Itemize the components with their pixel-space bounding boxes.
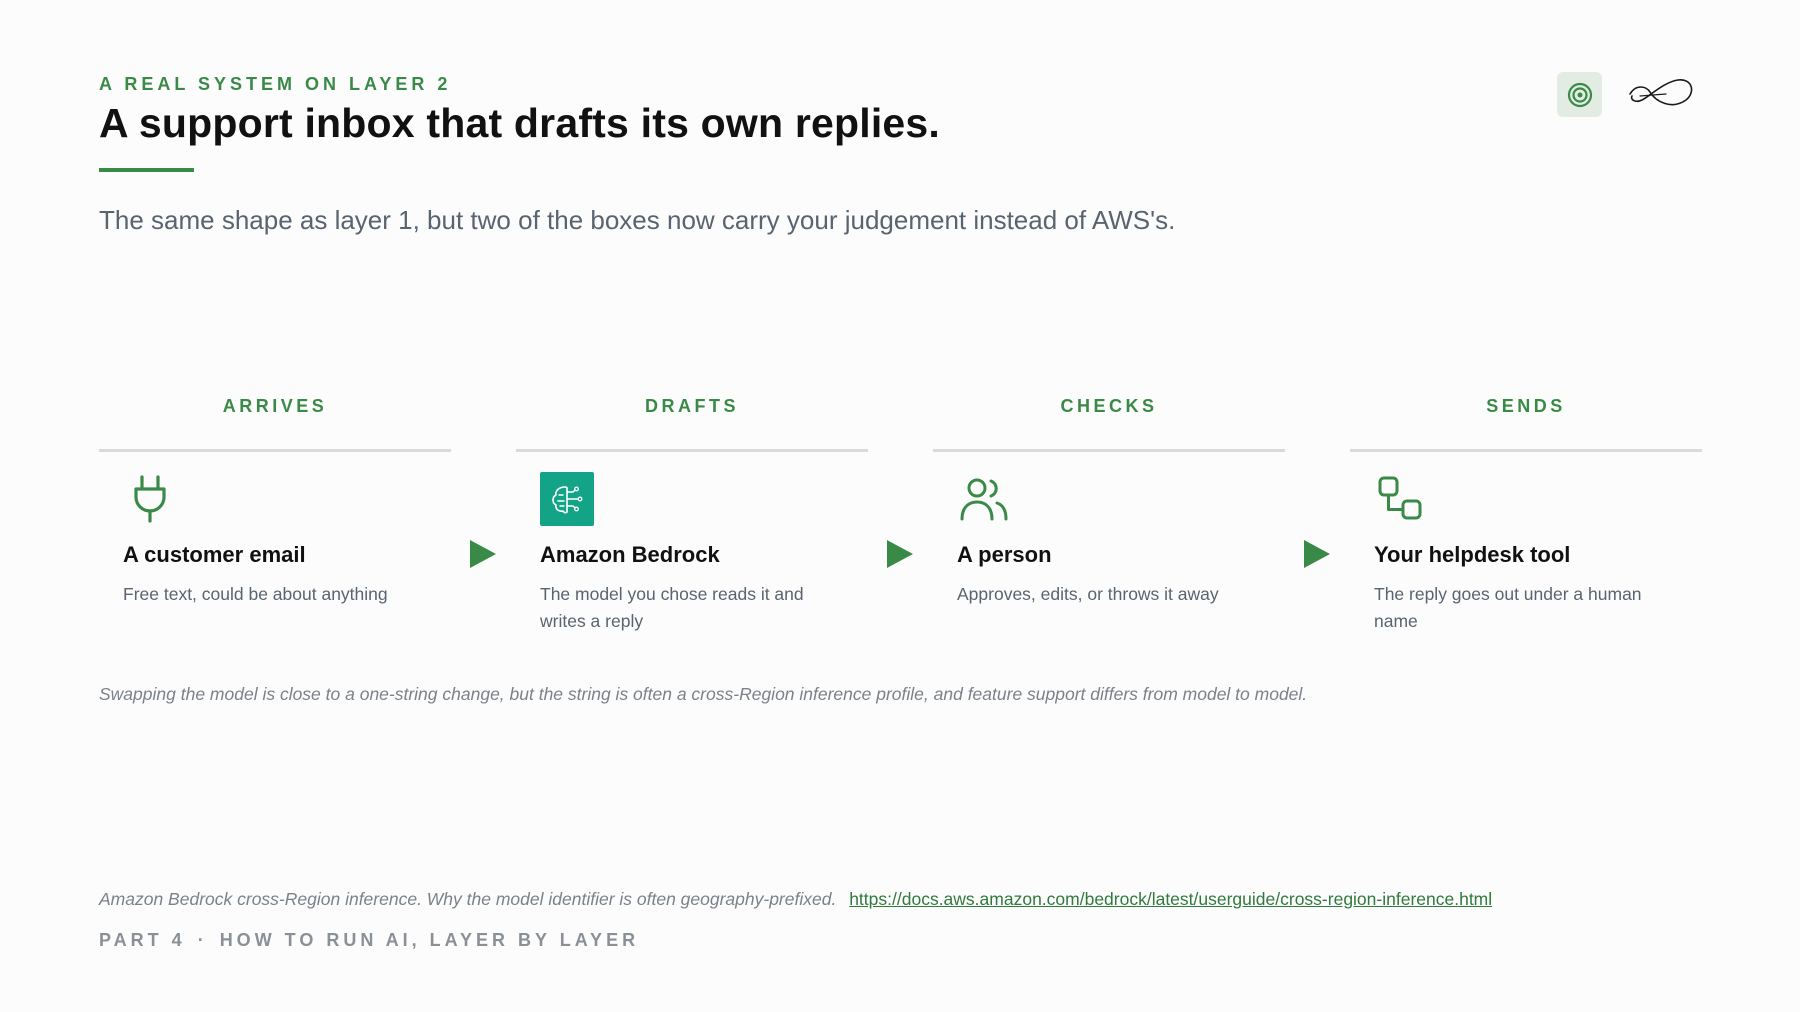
- step-divider: [99, 449, 451, 452]
- footer: PART 4 · HOW TO RUN AI, LAYER BY LAYER: [99, 930, 639, 951]
- step-title: Amazon Bedrock: [540, 542, 720, 567]
- step-title: A customer email: [123, 542, 306, 567]
- subtitle: The same shape as layer 1, but two of th…: [99, 205, 1176, 235]
- eyebrow: A REAL SYSTEM ON LAYER 2: [99, 74, 452, 94]
- footer-separator: ·: [197, 930, 208, 950]
- step-icon-wrap: [957, 472, 1011, 526]
- people-icon: [960, 478, 1008, 521]
- step-description: The reply goes out under a human name: [1374, 584, 1642, 631]
- target-icon: [1567, 82, 1592, 107]
- step-title: A person: [957, 542, 1052, 567]
- footer-section: HOW TO RUN AI, LAYER BY LAYER: [219, 930, 640, 950]
- title-underline: [99, 168, 194, 172]
- footer-part: PART 4: [99, 930, 186, 950]
- source-text: Amazon Bedrock cross-Region inference. W…: [99, 889, 837, 909]
- step-heading: DRAFTS: [645, 396, 739, 416]
- source-citation: Amazon Bedrock cross-Region inference. W…: [99, 889, 1492, 910]
- arrow-right-icon: [887, 540, 913, 568]
- page-title: A support inbox that drafts its own repl…: [99, 100, 941, 146]
- source-link[interactable]: https://docs.aws.amazon.com/bedrock/late…: [849, 889, 1492, 909]
- step-divider: [1350, 449, 1702, 452]
- bedrock-brain-icon: [552, 486, 583, 514]
- step-heading: SENDS: [1486, 396, 1566, 416]
- step-description: Approves, edits, or throws it away: [957, 584, 1219, 604]
- signature-icon: [1629, 79, 1693, 106]
- step-arrives: ARRIVES A customer email Free text, coul…: [99, 396, 451, 646]
- arrow-right-icon: [1304, 540, 1330, 568]
- arrow-right-icon: [470, 540, 496, 568]
- step-icon-wrap: [123, 472, 177, 526]
- step-divider: [516, 449, 868, 452]
- step-divider: [933, 449, 1285, 452]
- model-swap-note: Swapping the model is close to a one-str…: [99, 684, 1308, 704]
- plug-icon: [134, 475, 166, 523]
- step-sends: SENDS Your helpdesk tool The reply goes …: [1350, 396, 1702, 646]
- step-title: Your helpdesk tool: [1374, 542, 1571, 567]
- process-steps: ARRIVES A customer email Free text, coul…: [99, 396, 1702, 646]
- step-heading: ARRIVES: [222, 396, 328, 416]
- target-logo: [1557, 72, 1602, 117]
- step-heading: CHECKS: [1060, 396, 1158, 416]
- workflow-icon: [1378, 476, 1422, 520]
- step-description: Free text, could be about anything: [123, 584, 388, 604]
- step-checks: CHECKS A person Approves, edits, or thro…: [933, 396, 1285, 646]
- step-icon-wrap: [540, 472, 594, 526]
- step-icon-wrap: [1374, 472, 1428, 526]
- step-description: The model you chose reads it and writes …: [540, 584, 804, 631]
- step-drafts: DRAFTS Amazon Bedrock The model you chos…: [516, 396, 868, 646]
